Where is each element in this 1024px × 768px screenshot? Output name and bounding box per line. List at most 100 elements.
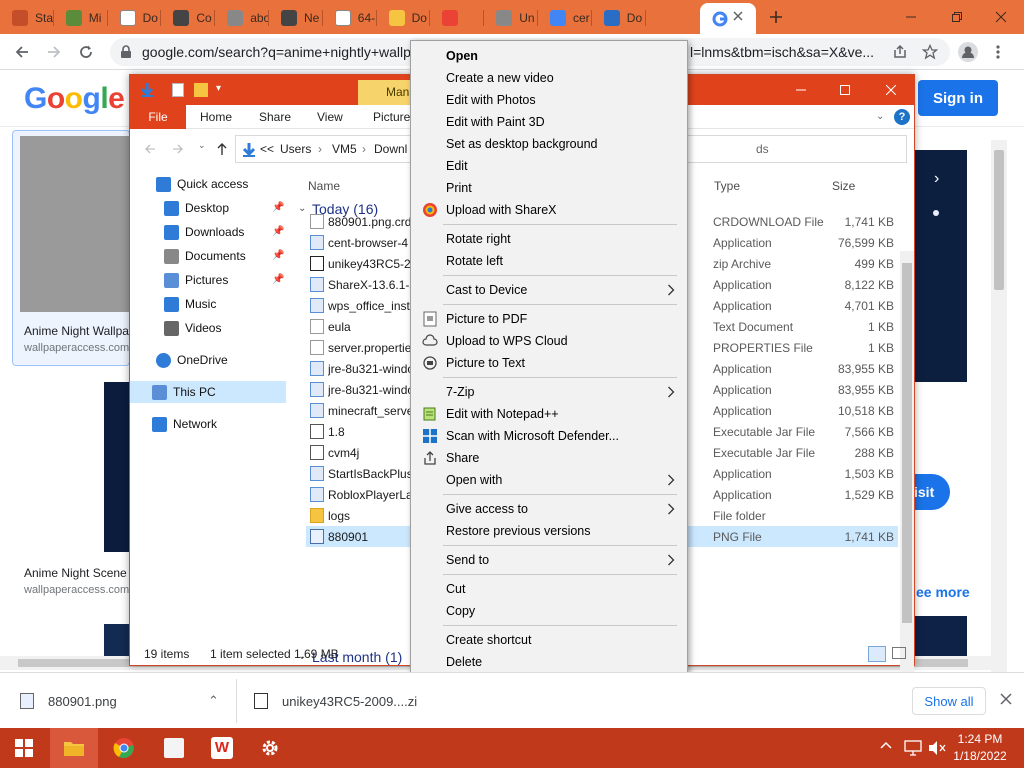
maximize-button[interactable]	[822, 75, 868, 105]
chevron-up-icon[interactable]: ⌃	[208, 693, 219, 709]
chevron-up-icon[interactable]	[880, 740, 892, 750]
taskbar-clock[interactable]: 1:24 PM 1/18/2022	[946, 731, 1014, 765]
menu-item-edit-photos[interactable]: Edit with Photos	[413, 89, 685, 111]
page-scrollbar[interactable]	[991, 140, 1007, 724]
menu-item-print[interactable]: Print	[413, 177, 685, 199]
browser-tab[interactable]: Mi	[54, 4, 108, 32]
sidebar-item[interactable]: Desktop 📌	[130, 197, 286, 219]
column-header-type[interactable]: Type	[714, 179, 740, 193]
scrollbar-thumb[interactable]	[994, 150, 1004, 290]
card-caption[interactable]: Anime Night Wallpa	[24, 324, 129, 338]
sidebar-item[interactable]: OneDrive	[130, 349, 286, 371]
browser-tab[interactable]: Sta	[0, 4, 54, 32]
tab-active[interactable]	[700, 3, 756, 34]
chevron-down-icon[interactable]: ⌄	[876, 111, 884, 122]
browser-tab[interactable]: cer	[538, 4, 592, 32]
start-button[interactable]	[0, 728, 48, 768]
scrollbar-thumb[interactable]	[902, 263, 912, 623]
menu-item-send-to[interactable]: Send to	[413, 549, 685, 571]
new-folder-icon[interactable]	[194, 83, 208, 97]
help-icon[interactable]: ?	[894, 109, 910, 125]
close-icon[interactable]	[732, 10, 744, 22]
column-header-name[interactable]: Name	[308, 179, 340, 193]
large-icons-view-icon[interactable]	[892, 647, 906, 659]
chevron-right-icon[interactable]: ›	[934, 170, 939, 188]
new-tab-button[interactable]	[758, 0, 794, 34]
sidebar-item[interactable]: Network	[130, 413, 286, 435]
menu-item-rotate-left[interactable]: Rotate left	[413, 250, 685, 272]
browser-tab[interactable]: Un	[484, 4, 538, 32]
maximize-button[interactable]	[934, 0, 980, 34]
ribbon-tab-view[interactable]: View	[317, 105, 343, 129]
preview-image[interactable]	[915, 150, 967, 382]
forward-arrow-icon[interactable]	[172, 143, 184, 155]
sidebar-item[interactable]: Pictures 📌	[130, 269, 286, 291]
sidebar-item[interactable]: Music	[130, 293, 286, 315]
menu-item-scan-defender[interactable]: Scan with Microsoft Defender...	[413, 425, 685, 447]
breadcrumb-prefix[interactable]: <<	[260, 136, 274, 162]
pin-icon[interactable]: 📌	[272, 202, 284, 213]
chevron-down-icon[interactable]: ⌄	[198, 140, 206, 151]
menu-item-edit[interactable]: Edit	[413, 155, 685, 177]
browser-tab[interactable]: abo	[215, 4, 269, 32]
menu-item-restore-versions[interactable]: Restore previous versions	[413, 520, 685, 542]
download-item[interactable]: unikey43RC5-2009....zi	[254, 673, 450, 729]
browser-tab[interactable]: Do	[108, 4, 162, 32]
profile-avatar-icon[interactable]	[958, 42, 978, 62]
taskbar-chrome[interactable]	[100, 728, 148, 768]
menu-item-rotate-right[interactable]: Rotate right	[413, 228, 685, 250]
browser-tab[interactable]: Do	[592, 4, 646, 32]
download-item[interactable]: 880901.png ⌃	[20, 673, 220, 729]
image-thumbnail[interactable]	[104, 382, 130, 552]
network-icon[interactable]	[904, 740, 922, 756]
image-thumbnail[interactable]	[20, 136, 130, 312]
taskbar-file-explorer[interactable]	[50, 728, 98, 768]
card-caption[interactable]: Anime Night Scene	[24, 566, 127, 580]
menu-item-picture-to-text[interactable]: Picture to Text	[413, 352, 685, 374]
close-icon[interactable]	[1000, 693, 1012, 705]
sidebar-item[interactable]: Quick access	[130, 173, 286, 195]
menu-item-create-shortcut[interactable]: Create shortcut	[413, 629, 685, 651]
bookmark-star-icon[interactable]	[922, 44, 938, 60]
menu-item-open-with[interactable]: Open with	[413, 469, 685, 491]
taskbar-wps[interactable]: W	[198, 728, 246, 768]
breadcrumb-vm5[interactable]: VM5	[332, 136, 357, 162]
back-arrow-icon[interactable]	[144, 143, 156, 155]
taskbar-settings[interactable]	[246, 728, 294, 768]
reload-icon[interactable]	[78, 44, 94, 60]
menu-item-cast-to-device[interactable]: Cast to Device	[413, 279, 685, 301]
menu-item-edit-paint3d[interactable]: Edit with Paint 3D	[413, 111, 685, 133]
back-arrow-icon[interactable]	[14, 44, 30, 60]
taskbar-java[interactable]	[150, 728, 198, 768]
ribbon-tab-share[interactable]: Share	[259, 105, 291, 129]
sidebar-item[interactable]: Documents 📌	[130, 245, 286, 267]
menu-item-upload-wps[interactable]: Upload to WPS Cloud	[413, 330, 685, 352]
minimize-button[interactable]	[888, 0, 934, 34]
sign-in-button[interactable]: Sign in	[918, 80, 998, 116]
menu-item-upload-sharex[interactable]: Upload with ShareX	[413, 199, 685, 221]
chevron-down-icon[interactable]: ▾	[216, 83, 221, 94]
column-header-size[interactable]: Size	[832, 179, 855, 193]
browser-tab[interactable]: Ne	[269, 4, 323, 32]
visit-button[interactable]: isit	[914, 474, 950, 510]
menu-item-share[interactable]: Share	[413, 447, 685, 469]
browser-tab[interactable]: Co	[161, 4, 215, 32]
sidebar-item[interactable]: Videos	[130, 317, 286, 339]
menu-item-set-background[interactable]: Set as desktop background	[413, 133, 685, 155]
close-button[interactable]	[868, 75, 914, 105]
kebab-menu-icon[interactable]	[996, 44, 1000, 60]
list-scrollbar[interactable]	[900, 251, 914, 705]
close-window-button[interactable]	[978, 0, 1024, 34]
properties-icon[interactable]	[172, 83, 184, 97]
menu-item-give-access[interactable]: Give access to	[413, 498, 685, 520]
menu-item-7zip[interactable]: 7-Zip	[413, 381, 685, 403]
browser-tab[interactable]: 64-	[323, 4, 377, 32]
pin-icon[interactable]: 📌	[272, 226, 284, 237]
breadcrumb-downloads[interactable]: Downl	[374, 136, 407, 162]
details-view-icon[interactable]	[868, 646, 886, 662]
quick-access-arrow-icon[interactable]	[140, 82, 154, 98]
search-box-text[interactable]: ds	[756, 136, 769, 162]
browser-tab[interactable]: Do	[377, 4, 431, 32]
see-more-link[interactable]: ee more	[916, 584, 970, 600]
ribbon-tab-file[interactable]: File	[130, 105, 186, 129]
